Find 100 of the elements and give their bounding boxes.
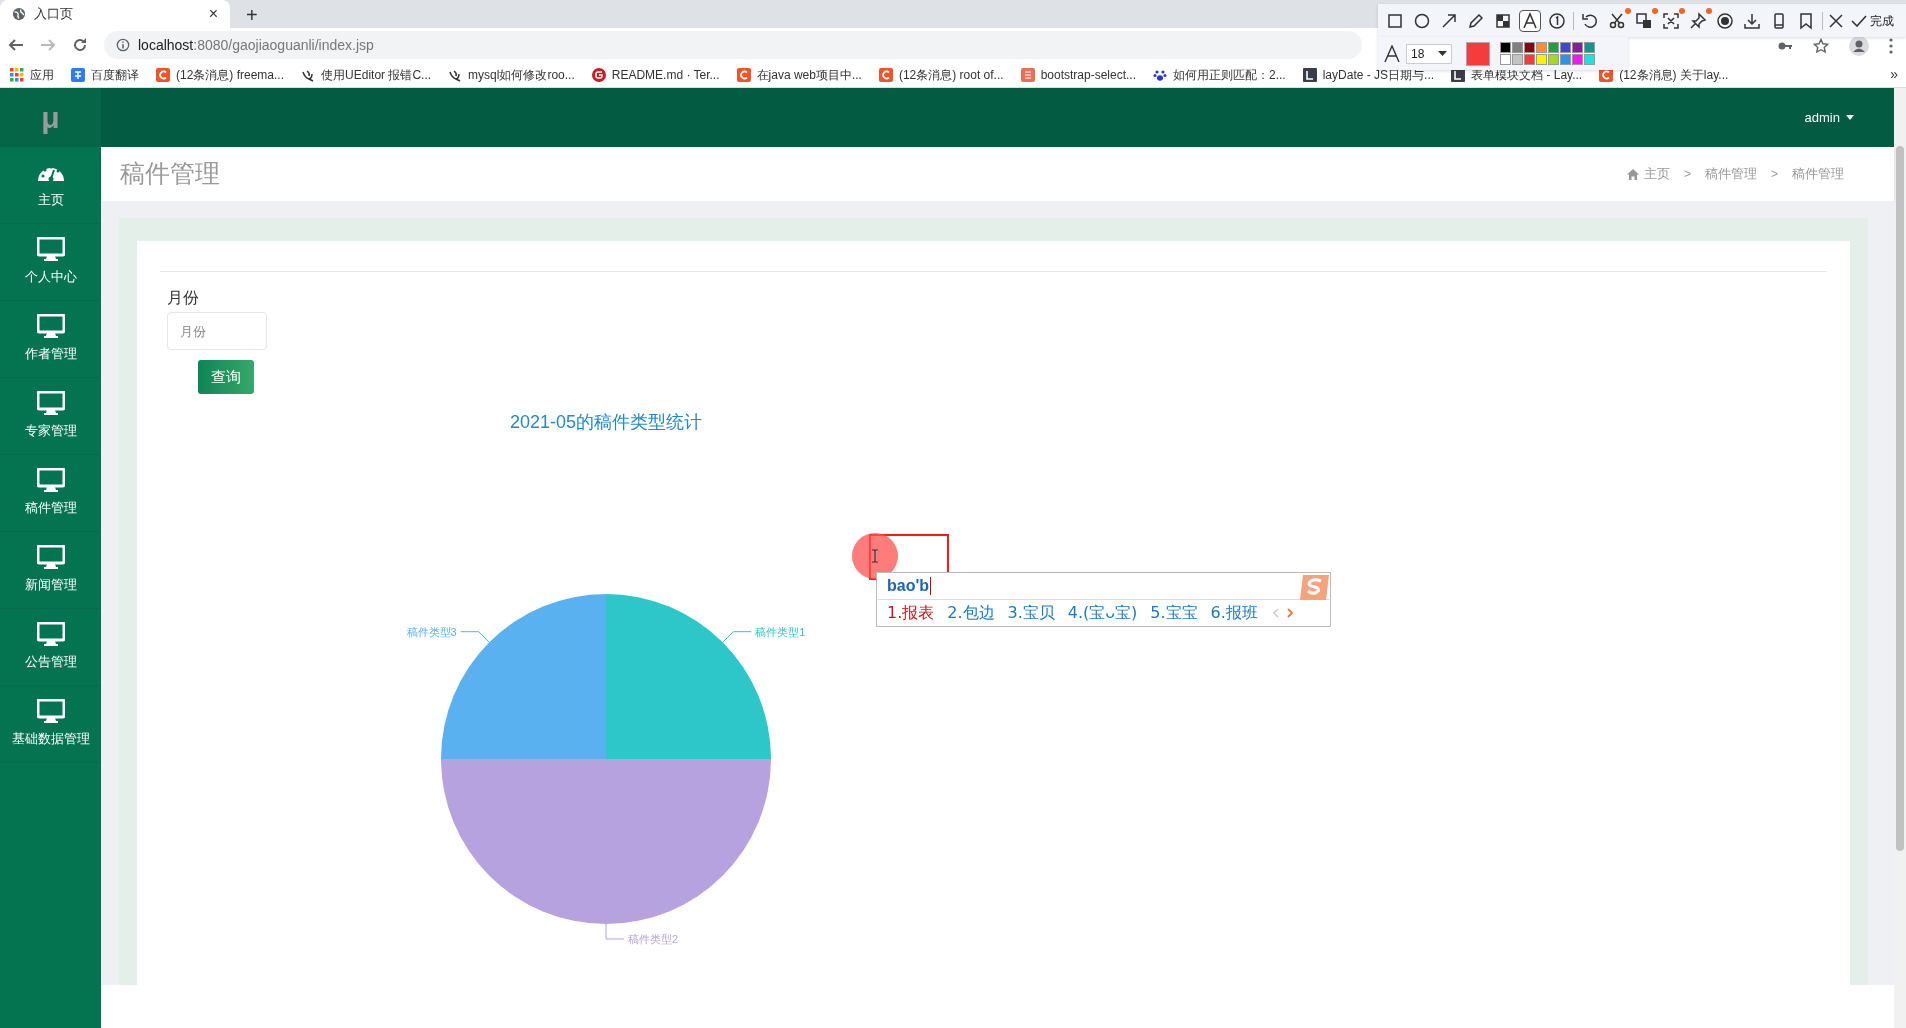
ime-candidate[interactable]: 6.报班: [1210, 601, 1258, 625]
reload-icon[interactable]: [72, 37, 88, 53]
browser-tab[interactable]: 入口页 ×: [0, 0, 230, 28]
bookmark[interactable]: 应用: [10, 65, 54, 84]
color-swatch[interactable]: [1572, 54, 1583, 65]
square-logo-icon: [1020, 67, 1035, 82]
profile-icon[interactable]: [1849, 36, 1869, 56]
ime-candidate[interactable]: 4.(宝ᴗ宝): [1067, 601, 1138, 625]
download-icon: [1743, 11, 1761, 30]
info-icon[interactable]: [116, 38, 130, 52]
ime-candidate[interactable]: 2.包边: [947, 601, 995, 625]
new-tab-button[interactable]: +: [246, 5, 258, 25]
breadcrumb-separator: >: [1770, 166, 1779, 183]
translate-icon: [1635, 11, 1653, 30]
scan-icon: [1662, 11, 1680, 30]
c-logo-icon: [736, 67, 751, 82]
font-size-select[interactable]: 18: [1406, 43, 1452, 64]
pin-icon: [1689, 11, 1707, 30]
color-swatch[interactable]: [1560, 42, 1571, 53]
back-icon[interactable]: [8, 37, 24, 53]
menu-icon[interactable]: [1889, 38, 1893, 54]
leader-line: [605, 923, 625, 940]
breadcrumb-separator: >: [1682, 166, 1692, 183]
color-swatch[interactable]: [1512, 42, 1523, 53]
star-icon[interactable]: [1813, 38, 1829, 54]
ime-candidate[interactable]: 5.宝宝: [1150, 601, 1198, 625]
bookmark[interactable]: 百度翻译: [71, 65, 139, 84]
bookmark-icon: [1797, 11, 1815, 30]
bookmark[interactable]: mysql如何修改roo...: [448, 65, 575, 84]
color-swatch[interactable]: [1584, 54, 1595, 65]
gitee-icon: [591, 67, 606, 82]
monitor-icon: [36, 237, 65, 263]
bookmark[interactable]: (12条消息) freema...: [156, 65, 285, 84]
current-color-swatch[interactable]: [1466, 41, 1490, 66]
caret-icon: [1438, 51, 1447, 56]
scan-tool[interactable]: [1660, 9, 1682, 32]
numbered-circle-icon: [1548, 11, 1566, 30]
color-swatch[interactable]: [1572, 42, 1583, 53]
scissors-icon: [1608, 11, 1626, 30]
leader-line: [460, 631, 490, 643]
page-title: 稿件管理: [120, 158, 220, 190]
text-tool-tool[interactable]: [1519, 9, 1541, 32]
tab-title: 入口页: [34, 5, 74, 24]
record-icon: [1716, 11, 1734, 30]
color-swatch[interactable]: [1500, 42, 1511, 53]
pencil-icon: [1467, 11, 1485, 30]
user-menu[interactable]: admin: [1804, 107, 1854, 128]
color-swatch[interactable]: [1524, 54, 1535, 65]
address-bar[interactable]: localhost:8080/gaojiaoguanli/index.jsp: [104, 31, 1362, 59]
monitor-icon: [36, 622, 65, 648]
bookmark[interactable]: 如何用正则匹配：2...: [1153, 65, 1286, 84]
color-swatch[interactable]: [1500, 54, 1511, 65]
ime-candidate[interactable]: 1.报表: [887, 601, 935, 625]
color-swatch[interactable]: [1536, 42, 1547, 53]
scrollbar[interactable]: [1894, 88, 1906, 1028]
globe-icon: [12, 7, 26, 21]
rectangle-icon: [1386, 11, 1404, 30]
undo-icon: [1581, 11, 1599, 30]
monitor-icon: [36, 545, 65, 571]
bookmark[interactable]: layDate - JS日期与...: [1302, 65, 1435, 84]
feather-icon: [301, 67, 316, 82]
bookmark[interactable]: bootstrap-select...: [1020, 65, 1136, 84]
c-logo-icon: [878, 67, 893, 82]
color-swatch[interactable]: [1524, 42, 1535, 53]
query-button[interactable]: 查询: [198, 360, 254, 394]
color-swatch[interactable]: [1512, 54, 1523, 65]
bookmark[interactable]: (12条消息) root of...: [878, 65, 1004, 84]
breadcrumb-current: 稿件管理: [1792, 165, 1844, 184]
text-tool-icon: [1521, 11, 1539, 30]
color-swatch[interactable]: [1548, 42, 1559, 53]
text-cursor-icon: [871, 549, 879, 563]
apps-grid-icon: [10, 67, 24, 82]
slice-label: 稿件类型1: [755, 625, 806, 638]
monitor-icon: [36, 391, 65, 417]
slice-label: 稿件类型2: [628, 933, 679, 945]
color-swatch[interactable]: [1548, 54, 1559, 65]
done-button[interactable]: 完成: [1851, 11, 1894, 30]
bookmark[interactable]: 在java web项目中...: [736, 65, 862, 84]
translate-icon: [71, 67, 85, 82]
font-size-icon: [1384, 44, 1400, 63]
color-swatch[interactable]: [1536, 54, 1547, 65]
c-logo-icon: [156, 67, 170, 82]
close-icon[interactable]: [1828, 12, 1844, 29]
circle-icon: [1413, 11, 1431, 30]
home-icon: [1626, 168, 1639, 180]
color-swatch[interactable]: [1560, 54, 1571, 65]
bookmark[interactable]: 使用UEditor 报错C...: [301, 65, 432, 84]
logo: μ: [0, 88, 101, 147]
mosaic-icon: [1494, 11, 1512, 30]
monitor-icon: [36, 468, 65, 494]
month-field[interactable]: 月份: [167, 312, 267, 350]
more-bookmarks-button[interactable]: »: [1890, 64, 1898, 85]
ime-candidate[interactable]: 3.宝贝: [1007, 601, 1055, 625]
next-page-icon[interactable]: [1286, 608, 1293, 618]
ime-input-text: bao'b: [887, 577, 932, 595]
caret-icon: [1846, 115, 1854, 120]
bookmark[interactable]: README.md · Ter...: [591, 65, 720, 84]
chart-title: 2021-05的稿件类型统计: [509, 411, 703, 434]
color-swatch[interactable]: [1584, 42, 1595, 53]
close-icon[interactable]: ×: [208, 6, 218, 22]
